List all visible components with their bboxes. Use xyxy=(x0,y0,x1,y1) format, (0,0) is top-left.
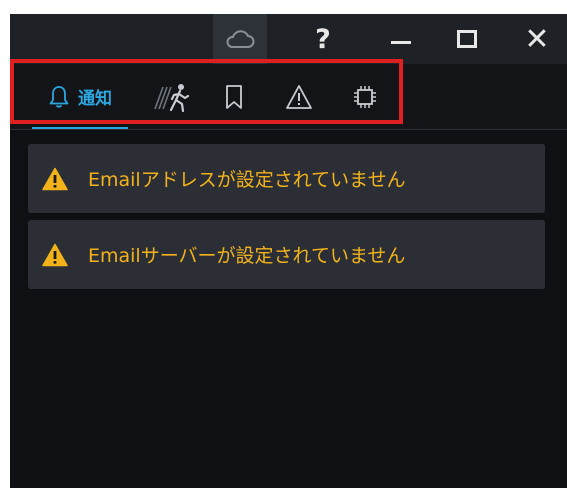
notification-item[interactable]: Emailアドレスが設定されていません xyxy=(28,144,545,213)
notification-text: Emailサーバーが設定されていません xyxy=(88,245,406,267)
warning-icon xyxy=(42,243,68,266)
title-bar: ? ✕ xyxy=(10,14,567,64)
warning-icon xyxy=(42,167,68,190)
maximize-button[interactable] xyxy=(440,14,494,64)
close-button[interactable]: ✕ xyxy=(510,14,564,64)
minimize-button[interactable] xyxy=(374,14,428,64)
notification-text: Emailアドレスが設定されていません xyxy=(88,169,406,191)
highlight-box xyxy=(10,59,403,124)
maximize-icon xyxy=(457,30,477,48)
cloud-button[interactable] xyxy=(213,14,267,64)
cloud-icon xyxy=(226,30,255,48)
notification-item[interactable]: Emailサーバーが設定されていません xyxy=(28,220,545,289)
minimize-icon xyxy=(391,41,411,44)
help-button[interactable]: ? xyxy=(296,14,350,64)
